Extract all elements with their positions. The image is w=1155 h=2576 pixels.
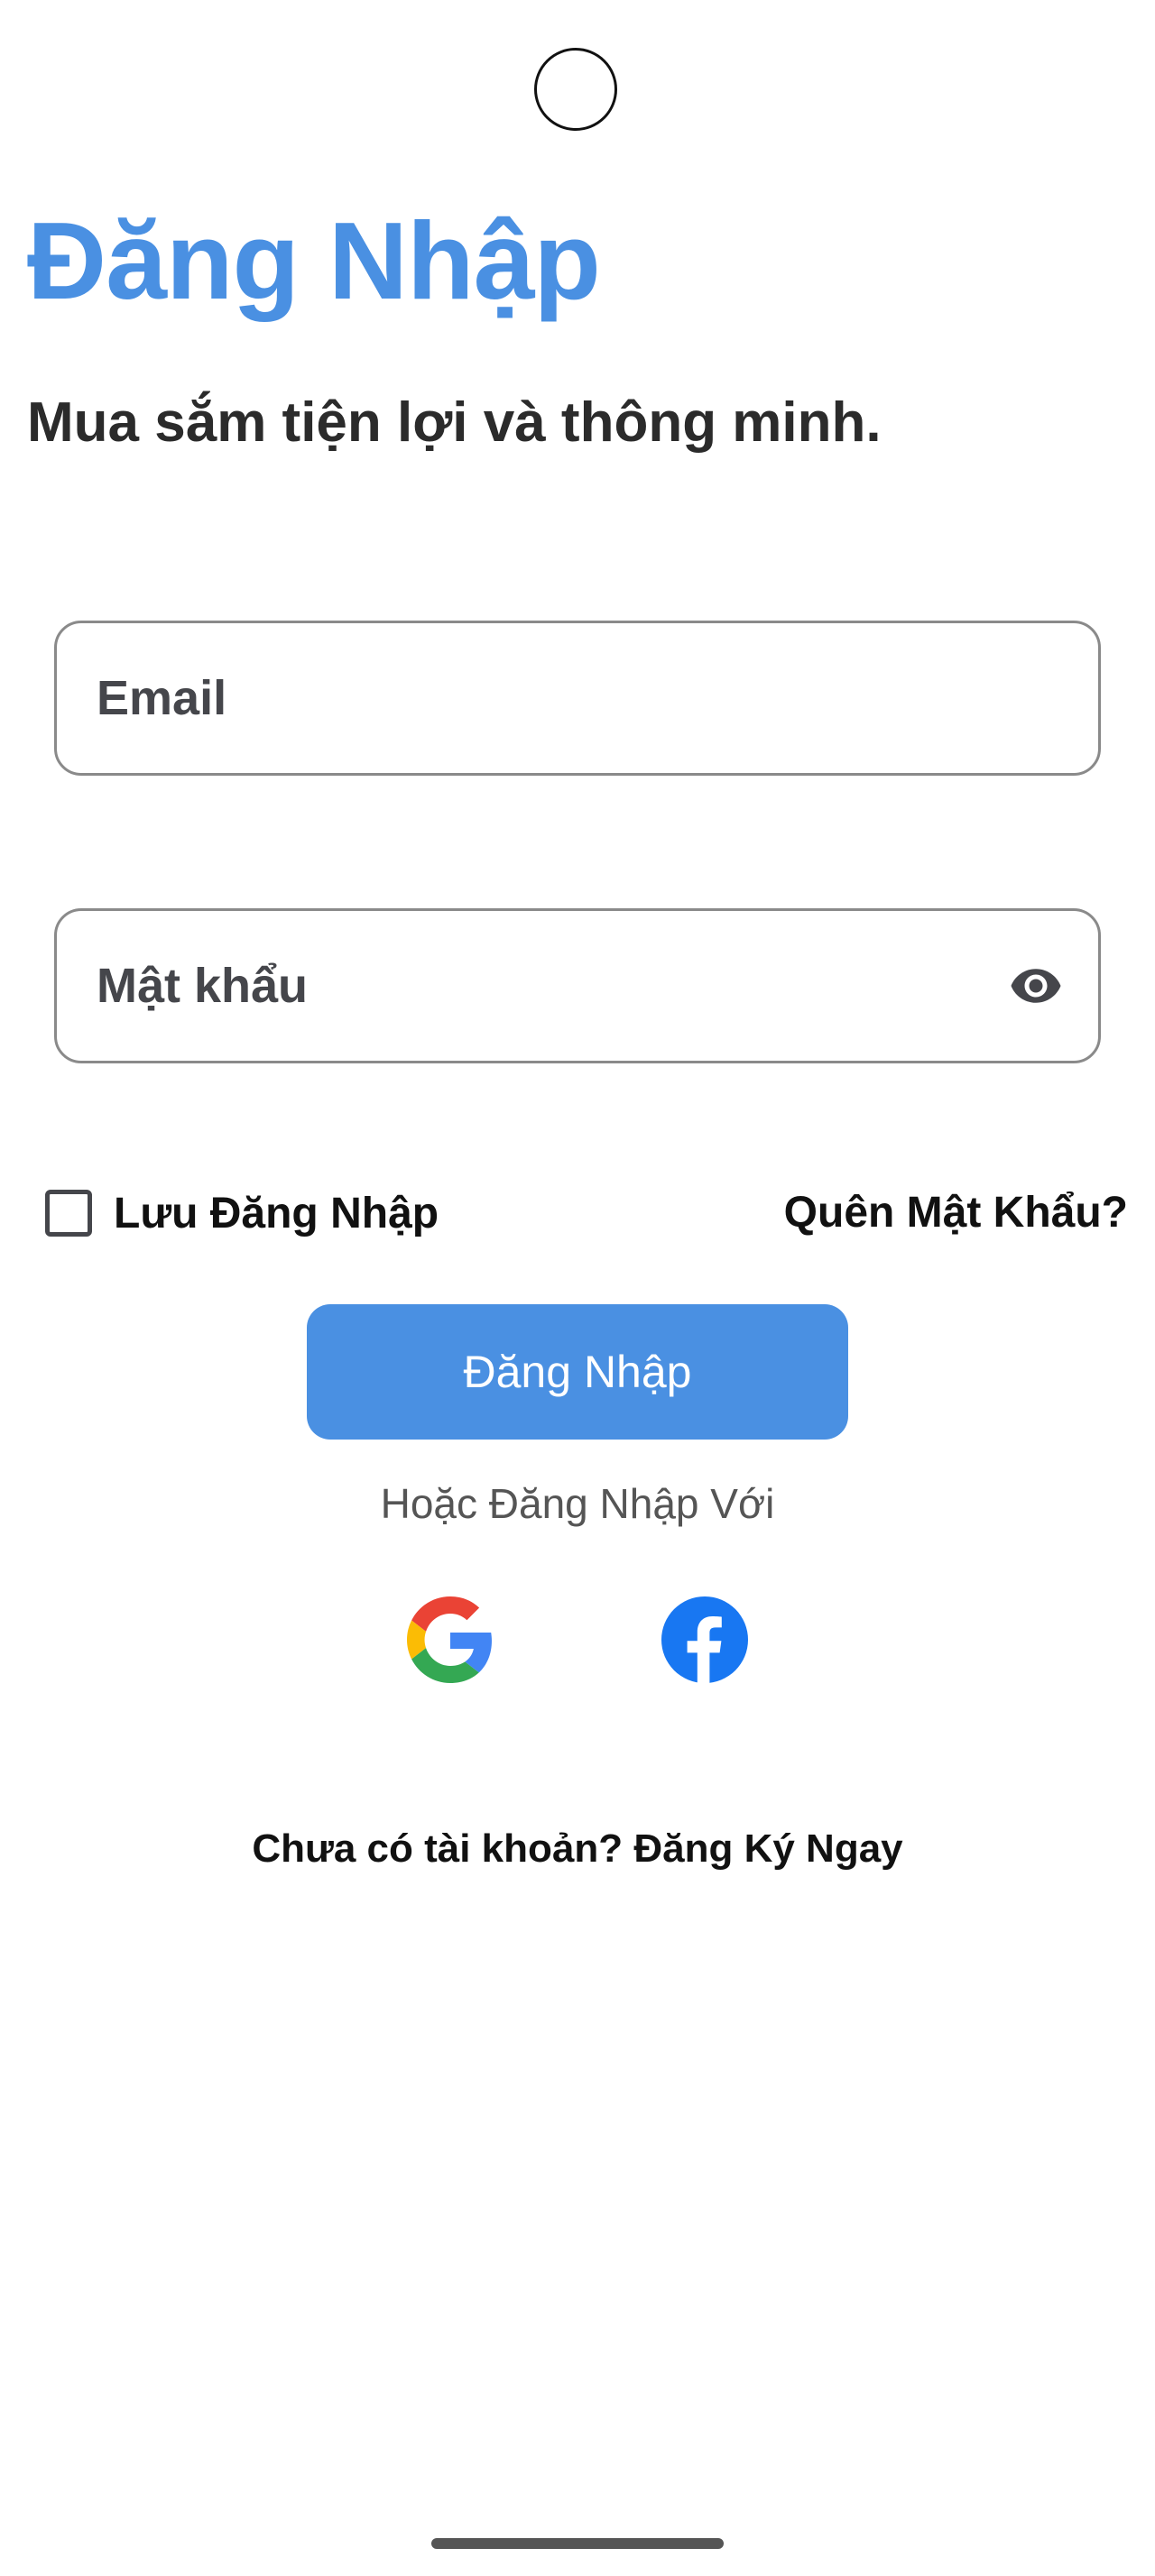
email-field-container <box>54 621 1101 776</box>
page-title: Đăng Nhập <box>27 199 601 322</box>
email-input[interactable] <box>97 623 999 773</box>
signup-link[interactable]: Chưa có tài khoản? Đăng Ký Ngay <box>0 1826 1155 1872</box>
forgot-password-link[interactable]: Quên Mật Khẩu? <box>784 1182 1128 1245</box>
password-field-container <box>54 908 1101 1063</box>
login-button[interactable]: Đăng Nhập <box>307 1304 848 1440</box>
login-screen: Đăng Nhập Mua sắm tiện lợi và thông minh… <box>0 0 1155 2576</box>
remember-checkbox[interactable] <box>45 1190 92 1237</box>
home-indicator[interactable] <box>431 2538 724 2549</box>
remember-login-toggle[interactable]: Lưu Đăng Nhập <box>45 1182 439 1245</box>
alternative-login-label: Hoặc Đăng Nhập Với <box>380 1480 775 1527</box>
password-input[interactable] <box>97 911 999 1061</box>
facebook-icon[interactable] <box>661 1596 748 1683</box>
remember-label: Lưu Đăng Nhập <box>114 1189 439 1237</box>
google-icon[interactable] <box>407 1596 494 1683</box>
page-subtitle: Mua sắm tiện lợi và thông minh. <box>27 391 882 454</box>
login-options-row: Lưu Đăng Nhập Quên Mật Khẩu? <box>45 1182 1128 1245</box>
eye-icon[interactable] <box>1004 959 1067 1013</box>
front-camera-cutout <box>534 48 617 131</box>
